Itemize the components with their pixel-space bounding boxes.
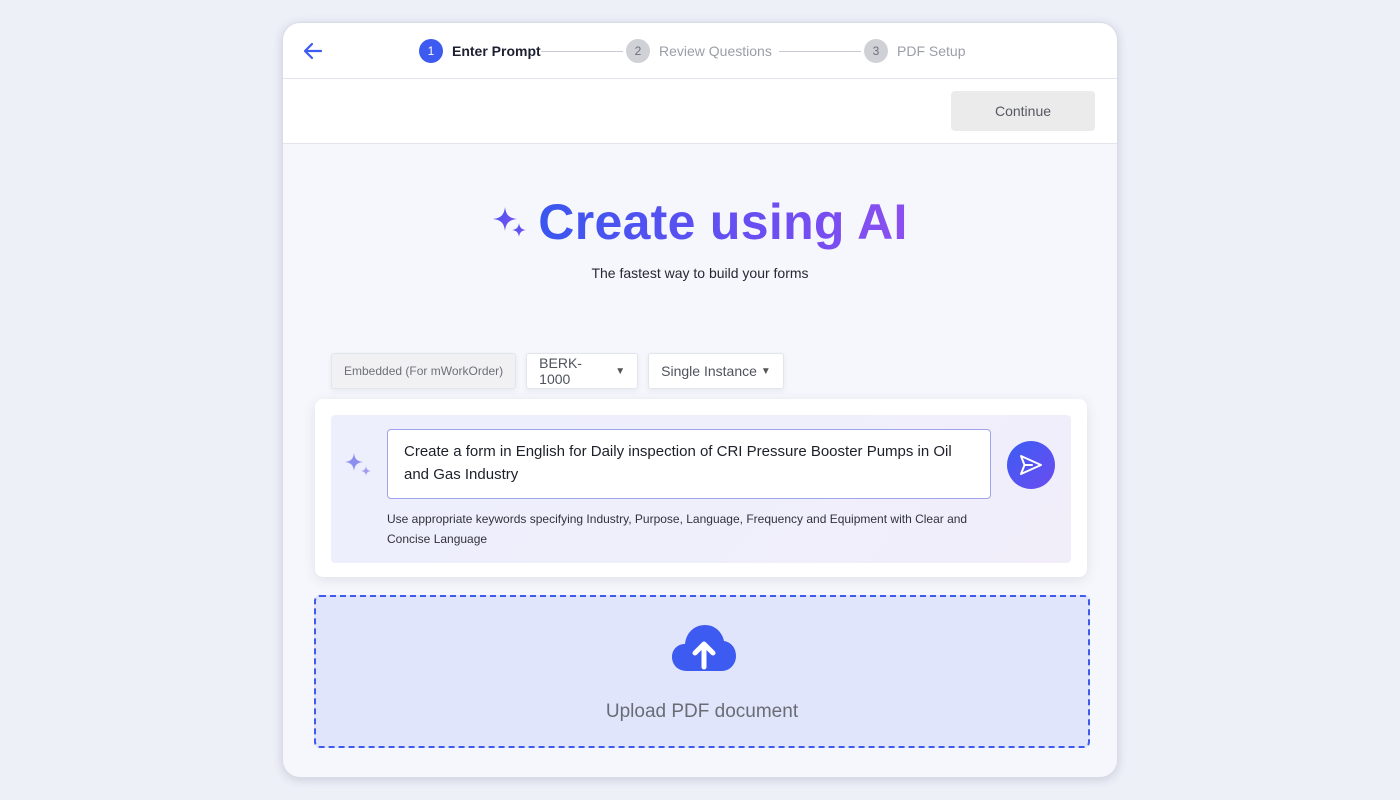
stepper-header: 1 Enter Prompt 2 Review Questions 3 PDF …: [283, 23, 1117, 79]
form-builder-window: 1 Enter Prompt 2 Review Questions 3 PDF …: [282, 22, 1118, 778]
hero-section: Create using AI The fastest way to build…: [283, 193, 1117, 281]
upload-label: Upload PDF document: [605, 701, 799, 722]
cloud-upload-icon: [672, 625, 736, 671]
filter-bar: Embedded (For mWorkOrder) BERK-1000 ▼ Si…: [331, 353, 784, 389]
step-label: Review Questions: [659, 43, 772, 59]
step-number: 1: [419, 39, 443, 63]
caret-down-icon: ▼: [760, 365, 771, 377]
continue-button[interactable]: Continue: [951, 91, 1095, 131]
step-label: Enter Prompt: [452, 43, 541, 59]
page-title: Create using AI: [538, 194, 908, 250]
step-enter-prompt[interactable]: 1 Enter Prompt: [419, 39, 541, 63]
instance-select[interactable]: Single Instance ▼: [648, 353, 784, 389]
step-number: 2: [626, 39, 650, 63]
step-pdf-setup[interactable]: 3 PDF Setup: [864, 39, 965, 63]
step-review-questions[interactable]: 2 Review Questions: [626, 39, 772, 63]
prompt-hint: Use appropriate keywords specifying Indu…: [387, 512, 968, 546]
page-subtitle: The fastest way to build your forms: [591, 265, 809, 281]
pdf-upload-dropzone[interactable]: Upload PDF document: [314, 595, 1090, 748]
hero-title-row: Create using AI: [283, 193, 1117, 251]
prompt-input[interactable]: Create a form in English for Daily inspe…: [387, 429, 991, 499]
asset-select[interactable]: BERK-1000 ▼: [526, 353, 639, 389]
step-label: PDF Setup: [897, 43, 966, 59]
instance-select-value: Single Instance: [661, 363, 757, 379]
sparkle-icon: [345, 453, 371, 476]
asset-select-value: BERK-1000: [539, 355, 582, 387]
action-bar: Continue: [283, 79, 1117, 144]
embedded-mode-chip[interactable]: Embedded (For mWorkOrder): [331, 353, 517, 389]
prompt-panel: Create a form in English for Daily inspe…: [331, 415, 1071, 563]
caret-down-icon: ▼: [615, 365, 626, 377]
prompt-card: Create a form in English for Daily inspe…: [315, 399, 1087, 577]
sparkle-icon: [493, 207, 527, 237]
step-connector: [541, 51, 623, 52]
arrow-left-icon: [303, 42, 323, 60]
step-number: 3: [864, 39, 888, 63]
send-icon: [1020, 455, 1042, 475]
step-connector: [779, 51, 861, 52]
back-button[interactable]: [301, 39, 325, 63]
send-button[interactable]: [1007, 441, 1055, 489]
